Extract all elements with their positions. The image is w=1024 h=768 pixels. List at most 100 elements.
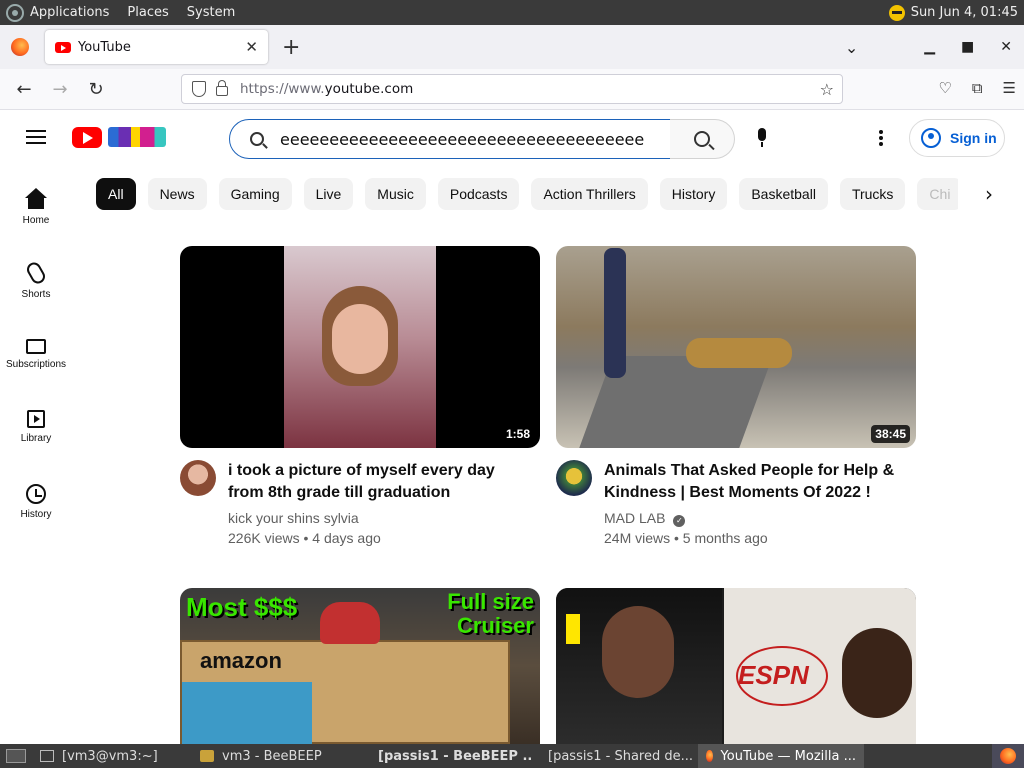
channel-name[interactable]: kick your shins sylvia [228, 508, 359, 528]
beebeep-icon [200, 750, 214, 762]
video-thumbnail[interactable]: Most $$$ Full size Cruiser amazon [180, 588, 540, 744]
channel-avatar[interactable] [180, 460, 216, 496]
distro-logo-icon[interactable] [6, 3, 24, 22]
sidebar-item-shorts[interactable]: Shorts [0, 259, 72, 300]
video-thumbnail[interactable]: 1:58 [180, 246, 540, 448]
forward-icon[interactable]: → [42, 79, 78, 100]
settings-more-icon[interactable] [879, 130, 883, 146]
youtube-doodle-logo[interactable] [108, 127, 166, 147]
thumbnail-person [320, 602, 380, 644]
url-prefix: https://www. [240, 81, 325, 97]
thumbnail-left-panel [556, 588, 722, 744]
chip-all[interactable]: All [96, 178, 136, 210]
chip-bar: All News Gaming Live Music Podcasts Acti… [96, 178, 958, 210]
thumbnail-box: amazon [180, 640, 510, 744]
channel-name-row: MAD LAB ✓ [604, 508, 686, 528]
taskbar-item-firefox[interactable]: YouTube — Mozilla ... [698, 744, 864, 768]
guide-menu-icon[interactable] [26, 130, 46, 144]
search-box[interactable] [229, 119, 671, 159]
video-thumbnail[interactable]: 38:45 [556, 246, 916, 448]
chip-history[interactable]: History [659, 178, 728, 210]
app-menu-icon[interactable]: ☰ [1003, 79, 1016, 97]
reload-icon[interactable]: ↻ [78, 79, 114, 100]
shorts-icon [24, 259, 48, 287]
browser-nav-bar: ← → ↻ https://www. youtube.com ☆ ♡ ⧉ ☰ [0, 69, 1024, 110]
firefox-view-icon[interactable] [11, 38, 29, 56]
video-title[interactable]: i took a picture of myself every day fro… [228, 460, 528, 504]
taskbar-firefox-launcher[interactable] [992, 744, 1024, 768]
pocket-icon[interactable]: ♡ [938, 79, 951, 97]
sidebar-item-library[interactable]: Library [0, 410, 72, 444]
verified-badge-icon: ✓ [673, 515, 686, 527]
system-menu[interactable]: System [187, 5, 235, 20]
sidebar-item-home[interactable]: Home [0, 188, 72, 226]
beebeep-tray-icon[interactable] [888, 4, 905, 21]
chip-podcasts[interactable]: Podcasts [437, 178, 520, 210]
applications-menu[interactable]: Applications [30, 5, 109, 20]
system-top-panel: Applications Places System Sun Jun 4, 01… [0, 0, 1024, 25]
lock-icon[interactable] [216, 80, 228, 96]
browser-tab-bar: YouTube ✕ + ⌄ ▁ ■ ✕ [0, 25, 1024, 69]
taskbar-item-beebeep-passis[interactable]: [passis1 - BeeBEEP ... [362, 744, 532, 768]
search-submit-icon [694, 131, 710, 147]
sign-in-button[interactable]: Sign in [909, 119, 1005, 157]
taskbar-item-terminal[interactable]: [vm3@vm3:~] [32, 744, 192, 768]
close-window-icon[interactable]: ✕ [1000, 39, 1012, 55]
show-desktop-icon[interactable] [0, 744, 32, 768]
thumbnail-right-panel: ESPN [724, 588, 916, 744]
list-tabs-chevron-icon[interactable]: ⌄ [845, 38, 858, 57]
chip-partial[interactable]: Chi [917, 178, 958, 210]
channel-name[interactable]: MAD LAB [604, 510, 665, 526]
video-stats: 226K views • 4 days ago [228, 530, 381, 546]
sidebar-item-history[interactable]: History [0, 484, 72, 520]
back-icon[interactable]: ← [6, 79, 42, 100]
bookmark-star-icon[interactable]: ☆ [820, 80, 834, 99]
thumbnail-text: Most $$$ [186, 592, 298, 622]
tab-youtube[interactable]: YouTube ✕ [45, 30, 268, 64]
video-title[interactable]: Animals That Asked People for Help & Kin… [604, 460, 904, 504]
chip-basketball[interactable]: Basketball [739, 178, 828, 210]
video-duration: 38:45 [871, 425, 910, 443]
sidebar-item-label: History [20, 509, 52, 520]
search-button[interactable] [670, 119, 735, 159]
url-bar[interactable]: https://www. youtube.com ☆ [181, 74, 843, 104]
account-icon [921, 128, 941, 148]
taskbar-item-beebeep[interactable]: vm3 - BeeBEEP [192, 744, 362, 768]
search-icon [250, 132, 264, 146]
sidebar-item-subscriptions[interactable]: Subscriptions [0, 334, 72, 370]
maximize-window-icon[interactable]: ■ [961, 39, 974, 55]
chip-news[interactable]: News [147, 178, 207, 210]
channel-avatar[interactable] [556, 460, 592, 496]
subscriptions-icon [26, 339, 46, 354]
history-icon [26, 484, 46, 504]
terminal-icon [40, 750, 54, 762]
thumbnail-leopard [686, 338, 792, 368]
taskbar-item-shared-desktop[interactable]: [passis1 - Shared de... [532, 744, 698, 768]
chip-music[interactable]: Music [365, 178, 426, 210]
video-stats: 24M views • 5 months ago [604, 530, 768, 546]
chip-trucks[interactable]: Trucks [839, 178, 906, 210]
chip-gaming[interactable]: Gaming [218, 178, 292, 210]
chip-action-thrillers[interactable]: Action Thrillers [531, 178, 648, 210]
thumbnail-text: ESPN [738, 660, 809, 690]
minimize-window-icon[interactable]: ▁ [924, 39, 935, 55]
youtube-logo-icon[interactable] [72, 127, 102, 148]
tracking-shield-icon[interactable] [192, 81, 206, 97]
video-thumbnail[interactable]: ESPN [556, 588, 916, 744]
url-domain: youtube.com [324, 81, 414, 97]
chip-live[interactable]: Live [303, 178, 354, 210]
chips-next-chevron-icon[interactable]: › [985, 182, 993, 206]
video-duration: 1:58 [501, 425, 534, 443]
sidebar-item-label: Library [20, 433, 52, 444]
sidebar-item-label: Subscriptions [5, 359, 67, 370]
panel-clock[interactable]: Sun Jun 4, 01:45 [911, 5, 1018, 20]
search-input[interactable] [280, 129, 650, 149]
home-icon [25, 188, 47, 210]
close-tab-icon[interactable]: ✕ [245, 38, 258, 56]
places-menu[interactable]: Places [127, 5, 168, 20]
sidebar-item-label: Home [22, 215, 50, 226]
voice-search-mic-icon[interactable] [756, 128, 768, 148]
new-tab-icon[interactable]: + [282, 35, 300, 60]
tab-title: YouTube [78, 39, 131, 55]
extensions-icon[interactable]: ⧉ [972, 79, 983, 97]
